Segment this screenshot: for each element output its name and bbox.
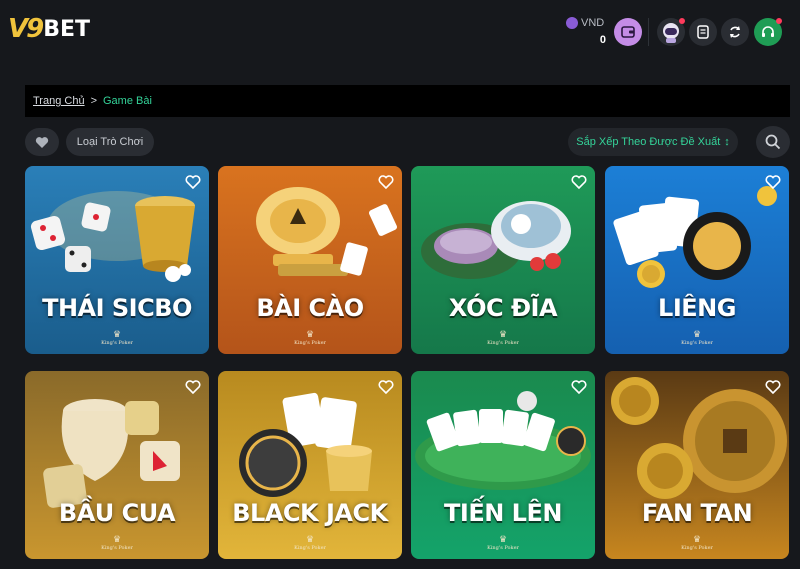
logo-text: BET: [43, 16, 91, 42]
wallet-icon: [621, 26, 635, 38]
fan-tan-artwork: [605, 371, 789, 559]
astronaut-avatar-icon: [663, 23, 679, 43]
provider-logo: ♛ King's Poker: [101, 330, 133, 347]
bau-cua-artwork: [25, 371, 209, 559]
currency-label: VND: [566, 17, 604, 29]
wallet-balance[interactable]: VND 0: [566, 17, 610, 47]
favorites-filter-button[interactable]: [25, 128, 59, 156]
favorite-heart-icon[interactable]: [378, 379, 394, 395]
favorite-heart-icon[interactable]: [571, 379, 587, 395]
thai-sicbo-artwork: [25, 166, 209, 354]
game-card-bau-cua[interactable]: BẦU CUA ♛ King's Poker: [25, 371, 209, 559]
favorite-heart-icon[interactable]: [185, 379, 201, 395]
headset-icon: [762, 26, 774, 37]
notification-dot: [776, 18, 782, 24]
sort-dropdown[interactable]: Sắp Xếp Theo Được Đề Xuất ↕: [568, 128, 738, 156]
game-title: XÓC ĐĨA: [448, 294, 558, 322]
favorite-heart-icon[interactable]: [765, 379, 781, 395]
refresh-button[interactable]: [721, 18, 749, 46]
bai-cao-artwork: [218, 166, 402, 354]
game-card-fan-tan[interactable]: FAN TAN ♛ King's Poker: [605, 371, 789, 559]
favorite-heart-icon[interactable]: [571, 174, 587, 190]
game-title: LIÊNG: [658, 294, 736, 322]
game-card-lieng[interactable]: LIÊNG ♛ King's Poker: [605, 166, 789, 354]
provider-logo: ♛ King's Poker: [681, 330, 713, 347]
game-title: BẦU CUA: [58, 499, 176, 527]
wallet-button[interactable]: [614, 18, 642, 46]
favorite-heart-icon[interactable]: [185, 174, 201, 190]
breadcrumb: Trang Chủ > Game Bài: [25, 85, 790, 117]
coin-icon: [566, 17, 578, 29]
refresh-icon: [730, 26, 740, 38]
notes-button[interactable]: [689, 18, 717, 46]
sort-arrow-icon: ↕: [724, 136, 730, 148]
provider-logo: ♛ King's Poker: [487, 535, 519, 552]
search-icon: [765, 134, 781, 150]
balance-value: 0: [599, 34, 606, 46]
header-divider: [648, 18, 649, 46]
provider-logo: ♛ King's Poker: [294, 535, 326, 552]
breadcrumb-home-link[interactable]: Trang Chủ: [33, 95, 85, 107]
tien-len-artwork: [411, 371, 595, 559]
avatar-button[interactable]: [657, 18, 685, 46]
provider-logo: ♛ King's Poker: [101, 535, 133, 552]
game-card-bai-cao[interactable]: BÀI CÀO ♛ King's Poker: [218, 166, 402, 354]
game-card-tien-len[interactable]: TIẾN LÊN ♛ King's Poker: [411, 371, 595, 559]
game-title: BÀI CÀO: [256, 294, 364, 322]
game-title: TIẾN LÊN: [444, 499, 562, 527]
currency-code: VND: [581, 17, 605, 29]
notepad-icon: [697, 25, 709, 39]
game-card-thai-sicbo[interactable]: THÁI SICBO ♛ King's Poker: [25, 166, 209, 354]
provider-logo: ♛ King's Poker: [294, 330, 326, 347]
support-button[interactable]: [754, 18, 782, 46]
sort-label: Sắp Xếp Theo Được Đề Xuất: [576, 136, 721, 148]
breadcrumb-current: Game Bài: [103, 95, 152, 107]
game-title: BLACK JACK: [232, 499, 388, 527]
top-bar: V9 BET VND 0: [0, 0, 800, 66]
breadcrumb-separator: >: [90, 95, 97, 107]
notification-dot: [679, 18, 685, 24]
logo-mark: V9: [8, 14, 44, 44]
provider-logo: ♛ King's Poker: [681, 535, 713, 552]
game-title: FAN TAN: [641, 499, 753, 527]
game-title: THÁI SICBO: [42, 294, 192, 322]
provider-logo: ♛ King's Poker: [487, 330, 519, 347]
favorite-heart-icon[interactable]: [378, 174, 394, 190]
game-card-black-jack[interactable]: BLACK JACK ♛ King's Poker: [218, 371, 402, 559]
favorite-heart-icon[interactable]: [765, 174, 781, 190]
site-logo[interactable]: V9 BET: [8, 14, 90, 44]
black-jack-artwork: [218, 371, 402, 559]
xoc-dia-artwork: [411, 166, 595, 354]
search-button[interactable]: [756, 126, 790, 158]
heart-icon: [35, 136, 49, 148]
game-type-filter[interactable]: Loại Trò Chơi: [66, 128, 154, 156]
game-card-xoc-dia[interactable]: XÓC ĐĨA ♛ King's Poker: [411, 166, 595, 354]
lieng-artwork: [605, 166, 789, 354]
